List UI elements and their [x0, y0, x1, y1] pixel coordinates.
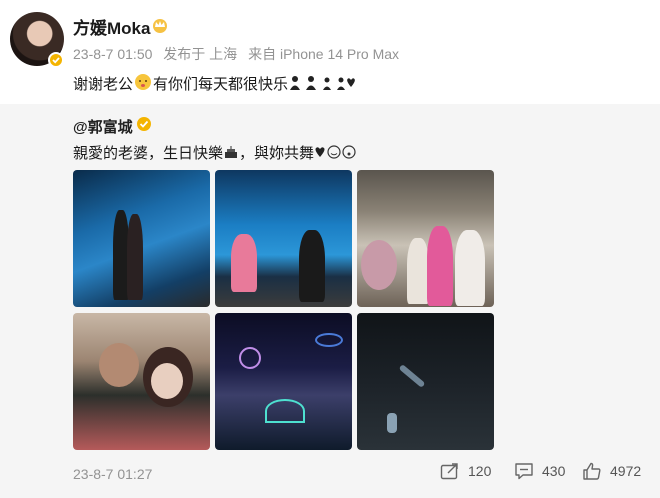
like-button[interactable]: 4972 [582, 462, 641, 480]
repost-text: 親愛的老婆，生日快樂 ，與妳共舞 [73, 142, 358, 163]
heart-smile-emoji-icons [314, 145, 358, 162]
post-date[interactable]: 23-8-7 01:50 [73, 46, 152, 62]
verified-badge-icon [48, 52, 64, 68]
family-emoji-icons [289, 75, 359, 95]
crown-icon [153, 19, 167, 33]
repost-author[interactable]: @郭富城 [73, 116, 133, 137]
photo-night-fireworks[interactable] [357, 313, 494, 450]
username[interactable]: 方媛Moka [73, 14, 150, 39]
post-device: 来自 iPhone 14 Pro Max [248, 46, 400, 62]
blush-emoji-icon [134, 73, 152, 95]
photo-couple-selfie[interactable] [73, 313, 210, 450]
post-text-part2: 有你们每天都很快乐 [153, 76, 289, 93]
comment-button[interactable]: 430 [514, 462, 565, 480]
share-icon [440, 463, 458, 480]
verified-icon [137, 117, 151, 131]
post-text: 谢谢老公 有你们每天都很快乐 [73, 73, 360, 95]
repost-date[interactable]: 23-8-7 01:27 [73, 466, 152, 482]
cake-emoji-icon [223, 145, 239, 162]
photo-grid [73, 170, 494, 450]
repost-text-part1: 親愛的老婆，生日快樂 [73, 145, 224, 162]
comment-count: 430 [542, 463, 566, 479]
photo-night-ferris-wheel[interactable] [215, 313, 352, 450]
comment-icon [515, 463, 533, 480]
like-icon [583, 462, 601, 480]
weibo-post: 方媛Moka 23-8-7 01:50 发布于 上海 来自 iPhone 14 … [0, 0, 660, 498]
share-count: 120 [468, 463, 492, 479]
post-location: 发布于 上海 [163, 46, 238, 62]
share-button[interactable]: 120 [440, 462, 491, 480]
photo-aquarium-couple[interactable] [73, 170, 210, 307]
like-count: 4972 [610, 463, 642, 479]
photo-aquarium-dance[interactable] [215, 170, 352, 307]
repost-card[interactable]: @郭富城 親愛的老婆，生日快樂 ，與妳共舞 23-8-7 01:27 120 4… [0, 104, 660, 498]
post-text-part1: 谢谢老公 [73, 76, 134, 93]
photo-family-flowers[interactable] [357, 170, 494, 307]
repost-text-part2: ，與妳共舞 [239, 145, 315, 162]
post-meta: 23-8-7 01:50 发布于 上海 来自 iPhone 14 Pro Max [73, 44, 406, 64]
